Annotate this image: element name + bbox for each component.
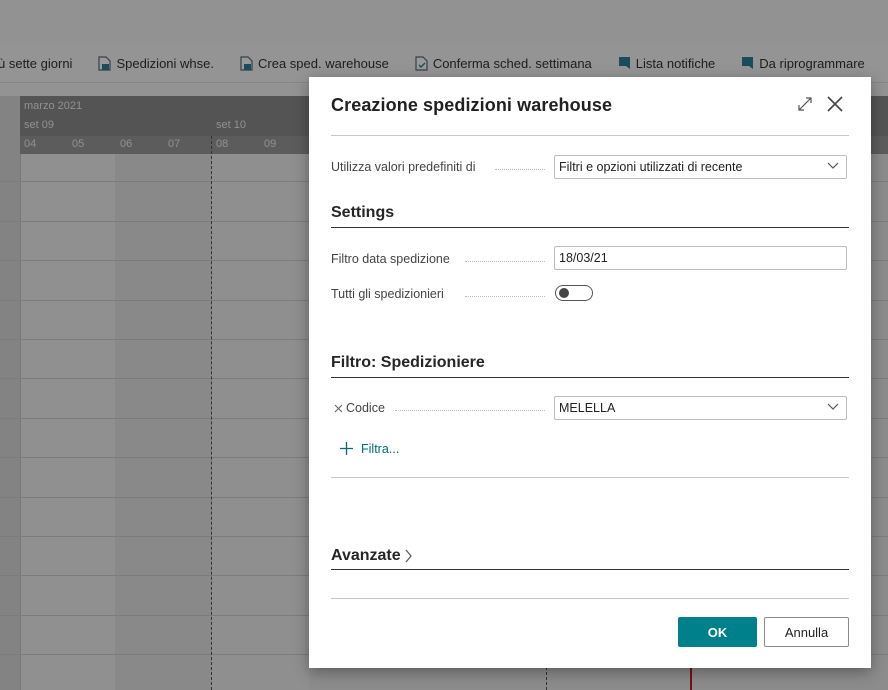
code-select-value: MELELLA (559, 401, 616, 415)
chevron-right-icon (405, 549, 412, 563)
divider (331, 135, 849, 136)
ok-button[interactable]: OK (678, 617, 757, 647)
settings-heading: Settings (331, 204, 395, 221)
section-underline (331, 569, 849, 570)
defaults-select[interactable]: Filtri e opzioni utilizzati di recente (554, 155, 847, 179)
date-filter-label: Filtro data spedizione (331, 252, 450, 266)
close-icon[interactable] (827, 96, 843, 112)
cancel-button[interactable]: Annulla (764, 617, 849, 647)
toggle-knob (559, 288, 569, 298)
defaults-select-value: Filtri e opzioni utilizzati di recente (559, 160, 743, 174)
advanced-section-toggle[interactable]: Avanzate (331, 547, 413, 565)
divider (331, 477, 849, 478)
all-shippers-label: Tutti gli spedizionieri (331, 287, 444, 301)
date-filter-value: 18/03/21 (559, 251, 608, 265)
leader-dots (495, 169, 545, 171)
filter-heading: Filtro: Spedizioniere (331, 354, 485, 371)
dialog-title-actions (797, 96, 843, 112)
defaults-label: Utilizza valori predefiniti di (331, 160, 476, 174)
section-underline (331, 227, 849, 228)
add-filter-label: Filtra... (361, 441, 400, 456)
leader-dots (395, 410, 545, 412)
all-shippers-toggle[interactable] (555, 285, 593, 301)
plus-icon (340, 442, 353, 455)
expand-icon[interactable] (797, 96, 813, 112)
code-label: Codice (346, 401, 385, 415)
divider (331, 598, 849, 599)
section-underline (331, 377, 849, 378)
date-filter-input[interactable]: 18/03/21 (554, 246, 847, 270)
code-select[interactable]: MELELLA (554, 396, 847, 420)
advanced-heading: Avanzate (331, 547, 401, 564)
remove-filter-icon[interactable] (334, 404, 343, 413)
add-filter-link[interactable]: Filtra... (339, 441, 399, 456)
create-warehouse-shipments-dialog: Creazione spedizioni warehouse Utilizza … (309, 77, 871, 668)
dialog-title: Creazione spedizioni warehouse (331, 95, 613, 115)
leader-dots (465, 296, 545, 298)
leader-dots (465, 261, 545, 263)
chevron-down-icon (827, 403, 839, 410)
chevron-down-icon (827, 162, 839, 169)
